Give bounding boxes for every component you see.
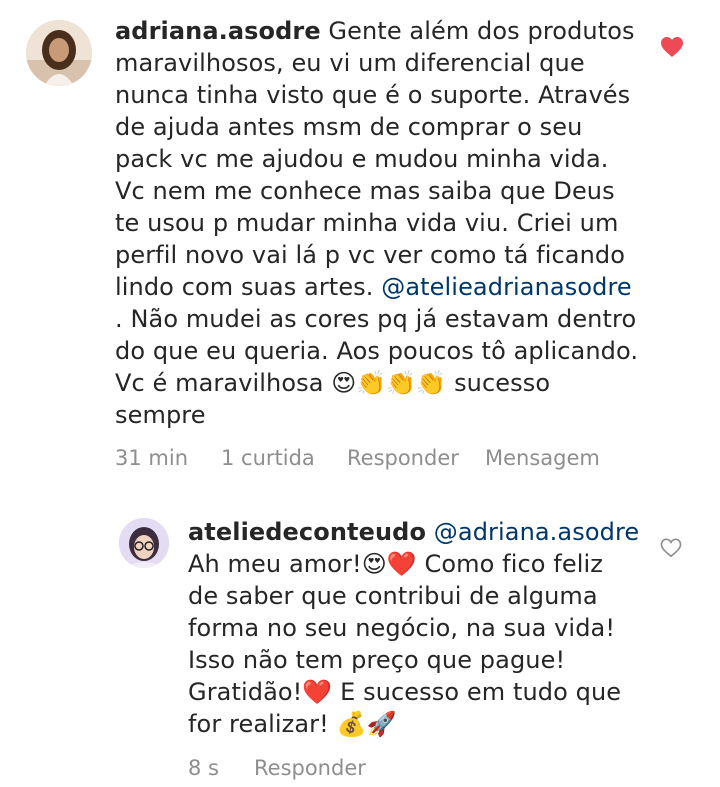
reply-username[interactable]: ateliedeconteudo (188, 518, 426, 546)
comment-line: de ajuda antes msm de comprar o seu (115, 113, 583, 141)
message-button[interactable]: Mensagem (485, 446, 600, 470)
comment-line: lindo com suas artes. (115, 273, 382, 301)
avatar-photo-icon (119, 518, 169, 568)
avatar-photo-icon (26, 20, 92, 86)
reply-avatar[interactable] (119, 518, 169, 568)
comment-time: 31 min (115, 446, 188, 470)
comment-line: nunca tinha visto que é o suporte. Atrav… (115, 81, 631, 109)
comment-line: do que eu queria. Aos poucos tô aplicand… (115, 337, 639, 365)
comment-text: adriana.asodre Gente além dos produtos m… (115, 15, 655, 431)
reply-line: Gratidão!❤️ E sucesso em tudo que (188, 678, 622, 706)
comment-line: Gente além dos produtos (320, 17, 635, 45)
comment-line: sempre (115, 401, 206, 429)
reply-button[interactable]: Responder (254, 756, 366, 780)
reply-line: de saber que contribui de alguma (188, 582, 598, 610)
mention-link[interactable]: @atelieadrianasodre (381, 273, 632, 301)
reply-line: for realizar! 💰🚀 (188, 710, 397, 738)
reply-line: Isso não tem preço que pague! (188, 646, 566, 674)
comment-line: te usou p mudar minha vida viu. Criei um (115, 209, 619, 237)
comment-line: perfil novo vai lá p vc ver como tá fica… (115, 241, 626, 269)
like-button[interactable] (660, 36, 684, 60)
comment-line: Vc é maravilhosa 😍👏👏👏 sucesso (115, 369, 551, 397)
reply-meta: 8 s Responder (188, 756, 366, 780)
comment-username[interactable]: adriana.asodre (115, 17, 321, 45)
like-button[interactable] (660, 538, 684, 562)
avatar[interactable] (26, 20, 92, 86)
likes-count[interactable]: 1 curtida (221, 446, 347, 470)
reply-button[interactable]: Responder (347, 446, 485, 470)
comment-line: . Não mudei as cores pq já estavam dentr… (115, 305, 637, 333)
reply-line: Ah meu amor!😍❤️ Como fico feliz (188, 550, 603, 578)
reply-line: forma no seu negócio, na sua vida! (188, 614, 616, 642)
comment-line: Vc nem me conhece mas saiba que Deus (115, 177, 615, 205)
reply-time: 8 s (188, 756, 219, 780)
heart-outline-icon (660, 538, 682, 558)
mention-link[interactable]: @adriana.asodre (434, 518, 639, 546)
reply-text: ateliedeconteudo @adriana.asodre Ah meu … (188, 516, 648, 740)
comment-main: adriana.asodre Gente além dos produtos m… (0, 0, 720, 480)
comment-line: maravilhosos, eu vi um diferencial que (115, 49, 585, 77)
heart-filled-icon (661, 37, 683, 57)
comment-line: pack vc me ajudou e mudou minha vida. (115, 145, 609, 173)
comment-meta: 31 min 1 curtida Responder Mensagem (115, 446, 600, 470)
comment-reply: ateliedeconteudo @adriana.asodre Ah meu … (0, 500, 720, 787)
